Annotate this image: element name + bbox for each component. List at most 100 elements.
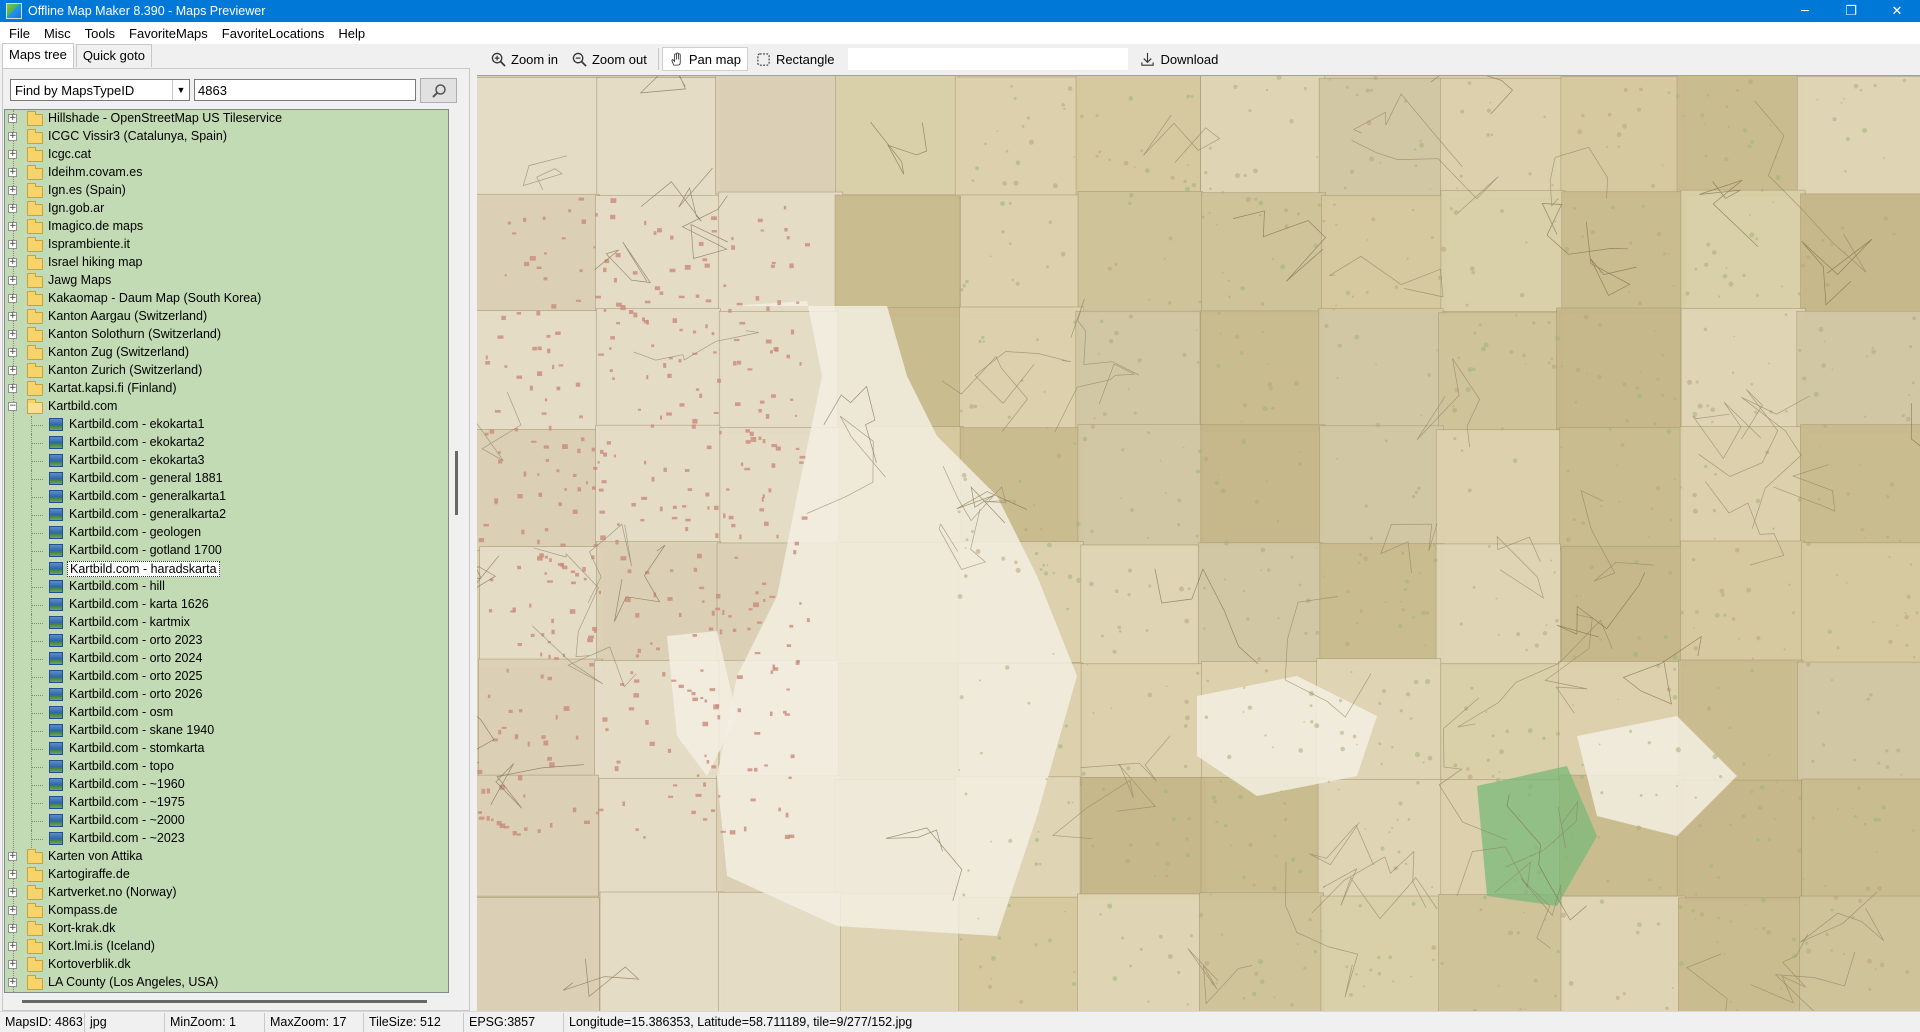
expand-icon[interactable]: + <box>8 114 17 123</box>
tree-map-item[interactable]: Kartbild.com - ekokarta1 <box>5 416 448 434</box>
expand-icon[interactable]: + <box>8 384 17 393</box>
find-mode-select[interactable]: Find by MapsTypeID ▼ <box>10 79 190 101</box>
menu-help[interactable]: Help <box>331 26 372 41</box>
expand-icon[interactable]: + <box>8 960 17 969</box>
tree-map-item[interactable]: Kartbild.com - ekokarta3 <box>5 452 448 470</box>
expand-icon[interactable]: + <box>8 888 17 897</box>
expand-icon[interactable]: + <box>8 852 17 861</box>
tree-folder-item[interactable]: + Ign.es (Spain) <box>5 182 448 200</box>
scrollbar-thumb[interactable] <box>22 1000 427 1003</box>
restore-button[interactable]: ❐ <box>1828 0 1874 22</box>
tree-map-item[interactable]: Kartbild.com - orto 2026 <box>5 686 448 704</box>
tree-folder-item[interactable]: + Kanton Zug (Switzerland) <box>5 344 448 362</box>
map-canvas[interactable] <box>477 76 1920 1011</box>
tree-horizontal-scrollbar[interactable] <box>4 993 449 1010</box>
expand-icon[interactable]: + <box>8 330 17 339</box>
tree-folder-item[interactable]: + Kartverket.no (Norway) <box>5 884 448 902</box>
tree-folder-item[interactable]: + Isprambiente.it <box>5 236 448 254</box>
expand-icon[interactable]: + <box>8 978 17 987</box>
expand-icon[interactable]: + <box>8 870 17 879</box>
expand-icon[interactable]: + <box>8 366 17 375</box>
scrollbar-thumb[interactable] <box>455 451 458 515</box>
menu-misc[interactable]: Misc <box>37 26 78 41</box>
tree-folder-item[interactable]: + Hillshade - OpenStreetMap US Tileservic… <box>5 110 448 128</box>
menu-file[interactable]: File <box>2 26 37 41</box>
chevron-down-icon[interactable]: ▼ <box>172 80 189 100</box>
tree-map-item[interactable]: Kartbild.com - orto 2025 <box>5 668 448 686</box>
expand-icon[interactable]: + <box>8 168 17 177</box>
collapse-icon[interactable]: − <box>8 402 17 411</box>
tree-folder-item[interactable]: + Kanton Aargau (Switzerland) <box>5 308 448 326</box>
tree-map-item[interactable]: Kartbild.com - kartmix <box>5 614 448 632</box>
search-input[interactable] <box>194 79 416 101</box>
tree-folder-item[interactable]: + Israel hiking map <box>5 254 448 272</box>
expand-icon[interactable]: + <box>8 906 17 915</box>
tab-maps-tree[interactable]: Maps tree <box>2 43 74 68</box>
expand-icon[interactable]: + <box>8 924 17 933</box>
maps-tree[interactable]: + Hillshade - OpenStreetMap US Tileservic… <box>4 109 449 993</box>
menu-favorite-maps[interactable]: FavoriteMaps <box>122 26 215 41</box>
expand-icon[interactable]: + <box>8 276 17 285</box>
tree-folder-item[interactable]: + Karten von Attika <box>5 848 448 866</box>
expand-icon[interactable]: + <box>8 348 17 357</box>
tree-folder-item[interactable]: + Kompass.de <box>5 902 448 920</box>
tree-map-item[interactable]: Kartbild.com - ~2000 <box>5 812 448 830</box>
menu-favorite-locations[interactable]: FavoriteLocations <box>215 26 332 41</box>
tree-folder-item[interactable]: + Ideihm.covam.es <box>5 164 448 182</box>
tree-folder-item[interactable]: + Kartat.kapsi.fi (Finland) <box>5 380 448 398</box>
tree-map-item[interactable]: Kartbild.com - ~1975 <box>5 794 448 812</box>
tree-map-item[interactable]: Kartbild.com - general 1881 <box>5 470 448 488</box>
tree-map-item[interactable]: Kartbild.com - karta 1626 <box>5 596 448 614</box>
tree-folder-item[interactable]: + Kortoverblik.dk <box>5 956 448 974</box>
tree-map-item[interactable]: Kartbild.com - topo <box>5 758 448 776</box>
minimize-button[interactable]: ─ <box>1782 0 1828 22</box>
tree-map-item[interactable]: Kartbild.com - generalkarta2 <box>5 506 448 524</box>
tree-folder-item[interactable]: + LA County (Los Angeles, USA) <box>5 974 448 992</box>
tree-map-item[interactable]: Kartbild.com - ~2023 <box>5 830 448 848</box>
expand-icon[interactable]: + <box>8 150 17 159</box>
expand-icon[interactable]: + <box>8 204 17 213</box>
tree-folder-item[interactable]: + Kort-krak.dk <box>5 920 448 938</box>
expand-icon[interactable]: + <box>8 222 17 231</box>
tree-map-item[interactable]: Kartbild.com - skane 1940 <box>5 722 448 740</box>
tree-map-item[interactable]: Kartbild.com - osm <box>5 704 448 722</box>
close-button[interactable]: ✕ <box>1874 0 1920 22</box>
tree-vertical-scrollbar[interactable] <box>449 109 466 993</box>
pan-map-button[interactable]: Pan map <box>661 47 748 71</box>
search-button[interactable] <box>420 78 457 103</box>
tree-map-item[interactable]: Kartbild.com - generalkarta1 <box>5 488 448 506</box>
tree-folder-item[interactable]: + Jawg Maps <box>5 272 448 290</box>
expand-icon[interactable]: + <box>8 132 17 141</box>
menu-tools[interactable]: Tools <box>78 26 122 41</box>
map-view[interactable] <box>477 75 1920 1011</box>
tree-map-item[interactable]: Kartbild.com - geologen <box>5 524 448 542</box>
tree-folder-item[interactable]: + Kanton Zurich (Switzerland) <box>5 362 448 380</box>
tree-map-item[interactable]: Kartbild.com - gotland 1700 <box>5 542 448 560</box>
zoom-out-button[interactable]: Zoom out <box>566 47 653 71</box>
tree-folder-item[interactable]: + Imagico.de maps <box>5 218 448 236</box>
expand-icon[interactable]: + <box>8 258 17 267</box>
expand-icon[interactable]: + <box>8 294 17 303</box>
zoom-in-button[interactable]: Zoom in <box>485 47 564 71</box>
expand-icon[interactable]: + <box>8 186 17 195</box>
tree-folder-item[interactable]: + Kanton Solothurn (Switzerland) <box>5 326 448 344</box>
tree-folder-item[interactable]: + ICGC Vissir3 (Catalunya, Spain) <box>5 128 448 146</box>
tree-map-item[interactable]: Kartbild.com - haradskarta <box>5 560 448 578</box>
tree-map-item[interactable]: Kartbild.com - ~1960 <box>5 776 448 794</box>
tree-folder-item[interactable]: + Kort.lmi.is (Iceland) <box>5 938 448 956</box>
tree-folder-item[interactable]: + Icgc.cat <box>5 146 448 164</box>
tree-folder-item[interactable]: − Kartbild.com <box>5 398 448 416</box>
tree-map-item[interactable]: Kartbild.com - ekokarta2 <box>5 434 448 452</box>
tree-folder-item[interactable]: + Kakaomap - Daum Map (South Korea) <box>5 290 448 308</box>
tree-map-item[interactable]: Kartbild.com - orto 2023 <box>5 632 448 650</box>
tree-folder-item[interactable]: + Ign.gob.ar <box>5 200 448 218</box>
expand-icon[interactable]: + <box>8 942 17 951</box>
tree-map-item[interactable]: Kartbild.com - orto 2024 <box>5 650 448 668</box>
expand-icon[interactable]: + <box>8 312 17 321</box>
tree-folder-item[interactable]: + Kartogiraffe.de <box>5 866 448 884</box>
tree-map-item[interactable]: Kartbild.com - stomkarta <box>5 740 448 758</box>
expand-icon[interactable]: + <box>8 240 17 249</box>
tab-quick-goto[interactable]: Quick goto <box>75 44 152 67</box>
tree-map-item[interactable]: Kartbild.com - hill <box>5 578 448 596</box>
rectangle-button[interactable]: Rectangle <box>750 47 841 71</box>
